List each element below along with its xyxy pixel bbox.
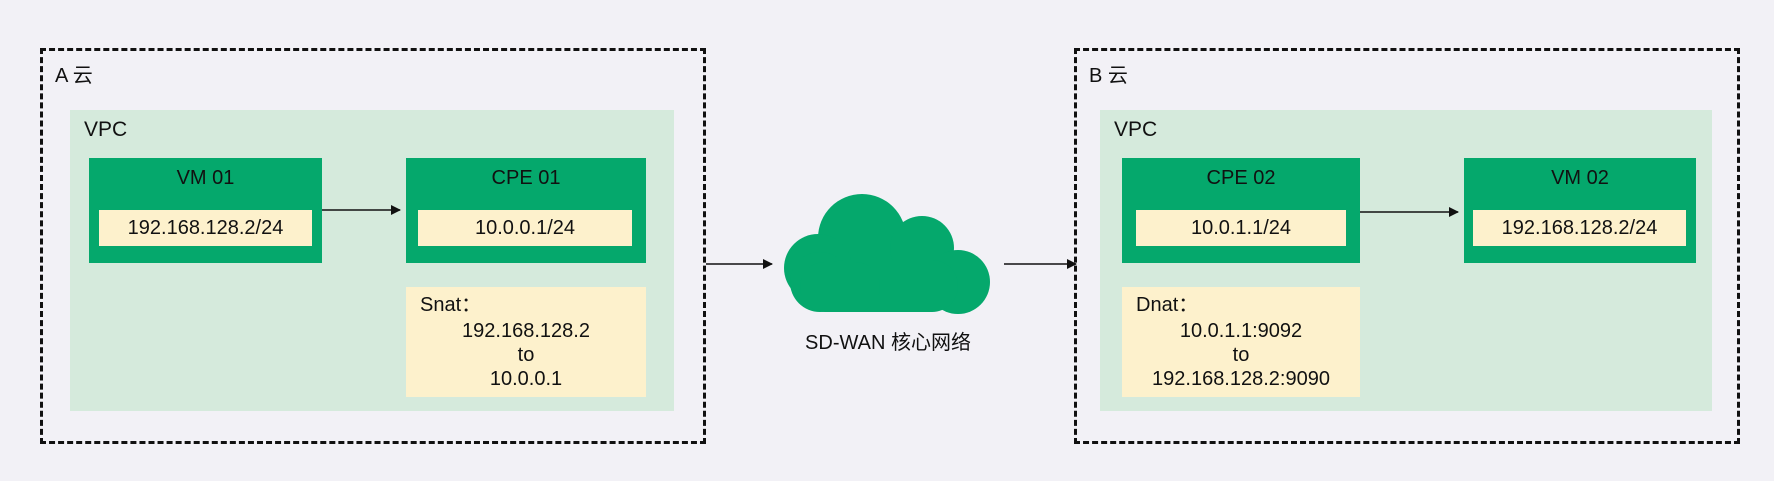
core-network-label: SD-WAN 核心网络 <box>805 332 971 354</box>
cloud-icon <box>784 194 990 314</box>
connector-layer <box>322 194 1459 314</box>
